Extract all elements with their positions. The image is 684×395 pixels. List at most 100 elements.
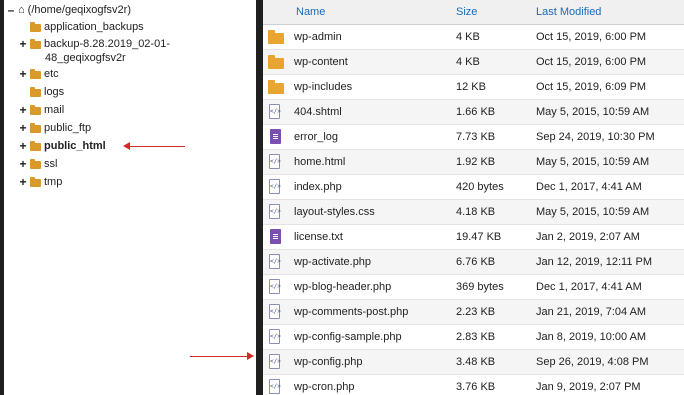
table-row[interactable]: error_log 7.73 KB Sep 24, 2019, 10:30 PM: [263, 125, 684, 150]
file-size: 19.47 KB: [456, 231, 502, 243]
tree-item-public-html[interactable]: + public_html: [18, 140, 105, 152]
folder-icon: [30, 87, 41, 97]
text-file-icon: [270, 229, 281, 244]
tree-item-etc[interactable]: + etc: [18, 68, 59, 80]
folder-icon: [30, 39, 41, 49]
code-file-icon: </>: [269, 379, 281, 394]
folder-icon: [268, 30, 284, 44]
folder-icon: [30, 177, 41, 187]
code-file-icon: </>: [269, 204, 281, 219]
collapse-toggle[interactable]: –: [6, 4, 16, 16]
file-table: Name Size Last Modified wp-admin 4 KB Oct …: [263, 0, 684, 395]
tree-item-ssl[interactable]: + ssl: [18, 158, 57, 170]
file-size: 12 KB: [456, 81, 486, 93]
folder-icon: [30, 22, 41, 32]
file-name: wp-activate.php: [294, 256, 372, 268]
tree-item-tmp[interactable]: + tmp: [18, 176, 62, 188]
tree-item-label: etc: [44, 68, 59, 80]
table-row[interactable]: wp-content 4 KB Oct 15, 2019, 6:00 PM: [263, 50, 684, 75]
file-size: 3.76 KB: [456, 381, 496, 393]
file-modified: Jan 8, 2019, 10:00 AM: [536, 331, 647, 343]
table-row[interactable]: </> wp-comments-post.php 2.23 KB Jan 21, 20…: [263, 300, 684, 325]
file-size: 4 KB: [456, 56, 480, 68]
file-name: error_log: [294, 131, 339, 143]
file-modified: Sep 24, 2019, 10:30 PM: [536, 131, 655, 143]
folder-icon: [30, 105, 41, 115]
table-row[interactable]: </> layout-styles.css 4.18 KB May 5, 2015, …: [263, 200, 684, 225]
code-file-icon: </>: [269, 279, 281, 294]
file-size: 6.76 KB: [456, 256, 496, 268]
file-size: 1.66 KB: [456, 106, 496, 118]
home-icon: ⌂: [18, 4, 25, 16]
file-name: wp-cron.php: [294, 381, 355, 393]
file-size: 4.18 KB: [456, 206, 496, 218]
tree-item-application-backups[interactable]: application_backups: [18, 21, 144, 33]
tree-item-backup[interactable]: + backup-8.28.2019_02-01-: [18, 38, 170, 50]
expand-toggle[interactable]: +: [18, 176, 28, 188]
code-file-icon: </>: [269, 304, 281, 319]
file-name: wp-comments-post.php: [294, 306, 409, 318]
file-name: wp-content: [294, 56, 348, 68]
file-size: 7.73 KB: [456, 131, 496, 143]
file-name: home.html: [294, 156, 346, 168]
file-modified: Dec 1, 2017, 4:41 AM: [536, 281, 642, 293]
tree-item-label: backup-8.28.2019_02-01-: [44, 38, 170, 50]
annotation-arrow-right: [190, 352, 254, 360]
file-modified: Jan 12, 2019, 12:11 PM: [536, 256, 652, 268]
table-row[interactable]: license.txt 19.47 KB Jan 2, 2019, 2:07 AM: [263, 225, 684, 250]
tree-item-label: ssl: [44, 158, 58, 170]
column-header-size[interactable]: Size: [456, 6, 477, 18]
expand-toggle[interactable]: +: [18, 104, 28, 116]
table-row[interactable]: </> 404.shtml 1.66 KB May 5, 2015, 10:59 AM: [263, 100, 684, 125]
file-size: 369 bytes: [456, 281, 504, 293]
code-file-icon: </>: [269, 254, 281, 269]
column-header-name[interactable]: Name: [296, 6, 325, 18]
expand-toggle[interactable]: +: [18, 68, 28, 80]
tree-item-public-ftp[interactable]: + public_ftp: [18, 122, 91, 134]
file-modified: Jan 2, 2019, 2:07 AM: [536, 231, 640, 243]
tree-item-label: application_backups: [44, 21, 144, 33]
table-row[interactable]: </> wp-config-sample.php 2.83 KB Jan 8, 201…: [263, 325, 684, 350]
tree-item-label: logs: [44, 86, 65, 98]
tree-item-mail[interactable]: + mail: [18, 104, 64, 116]
expand-toggle[interactable]: +: [18, 140, 28, 152]
folder-icon: [30, 69, 41, 79]
expand-toggle[interactable]: +: [18, 38, 28, 50]
file-name: wp-config-sample.php: [294, 331, 402, 343]
folder-icon: [268, 55, 284, 69]
file-name: layout-styles.css: [294, 206, 375, 218]
directory-tree: – ⌂ (/home/geqixogfsv2r) application_bac…: [4, 0, 256, 395]
table-row[interactable]: wp-includes 12 KB Oct 15, 2019, 6:09 PM: [263, 75, 684, 100]
table-row[interactable]: </> wp-config.php 3.48 KB Sep 26, 2019, 4:0…: [263, 350, 684, 375]
expand-toggle[interactable]: +: [18, 122, 28, 134]
text-file-icon: [270, 129, 281, 144]
file-name: wp-admin: [294, 31, 342, 43]
tree-item-logs[interactable]: logs: [18, 86, 64, 98]
table-row[interactable]: </> index.php 420 bytes Dec 1, 2017, 4:41 A…: [263, 175, 684, 200]
expand-toggle[interactable]: +: [18, 158, 28, 170]
table-row[interactable]: </> wp-activate.php 6.76 KB Jan 12, 2019, 1…: [263, 250, 684, 275]
tree-item-label-continued: 48_geqixogfsv2r: [45, 52, 126, 64]
code-file-icon: </>: [269, 104, 281, 119]
table-row[interactable]: wp-admin 4 KB Oct 15, 2019, 6:00 PM: [263, 25, 684, 50]
tree-item-backup-line2: 48_geqixogfsv2r: [45, 52, 126, 64]
code-file-icon: </>: [269, 154, 281, 169]
table-row[interactable]: </> home.html 1.92 KB May 5, 2015, 10:59 AM: [263, 150, 684, 175]
table-row[interactable]: </> wp-cron.php 3.76 KB Jan 9, 2019, 2:07 P…: [263, 375, 684, 395]
annotation-arrow-left: [123, 142, 185, 150]
tree-item-label: public_ftp: [44, 122, 92, 134]
file-modified: May 5, 2015, 10:59 AM: [536, 106, 650, 118]
file-modified: May 5, 2015, 10:59 AM: [536, 206, 650, 218]
column-header-last-modified[interactable]: Last Modified: [536, 6, 601, 18]
folder-icon: [30, 123, 41, 133]
folder-icon: [268, 80, 284, 94]
file-size: 420 bytes: [456, 181, 504, 193]
file-modified: Jan 21, 2019, 7:04 AM: [536, 306, 647, 318]
file-size: 2.83 KB: [456, 331, 496, 343]
file-size: 4 KB: [456, 31, 480, 43]
file-size: 2.23 KB: [456, 306, 496, 318]
table-row[interactable]: </> wp-blog-header.php 369 bytes Dec 1, 201…: [263, 275, 684, 300]
tree-root[interactable]: – ⌂ (/home/geqixogfsv2r): [6, 4, 131, 16]
file-modified: Dec 1, 2017, 4:41 AM: [536, 181, 642, 193]
folder-icon: [30, 141, 41, 151]
